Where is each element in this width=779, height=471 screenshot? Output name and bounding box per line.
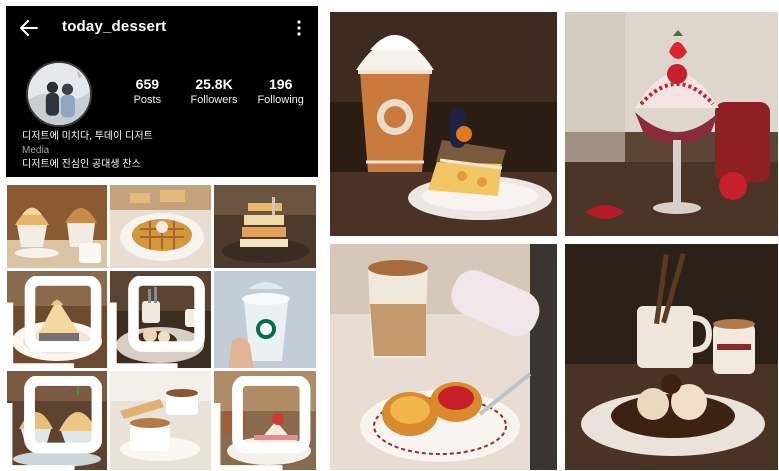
more-vertical-icon[interactable]	[296, 19, 302, 37]
profile-username: today_dessert	[62, 18, 167, 35]
profile-header: today_dessert	[6, 6, 318, 50]
multiple-photos-icon	[7, 276, 102, 368]
frappuccino-hand-photo	[214, 271, 316, 368]
grid-post-9[interactable]	[214, 371, 316, 470]
ice-cream-cups-photo	[7, 185, 107, 268]
bio-description: 디저트에 진심인 공대생 찬스	[22, 159, 141, 170]
grid-post-5[interactable]	[110, 271, 211, 368]
grid-post-2[interactable]	[110, 185, 211, 268]
coffee-cups-photo	[110, 371, 211, 470]
grid-post-7[interactable]	[7, 371, 107, 470]
pastry-tower-photo	[214, 185, 316, 268]
featured-photo-2[interactable]	[565, 12, 778, 236]
stat-value: 196	[269, 76, 293, 92]
stat-posts[interactable]: 659 Posts	[114, 76, 181, 116]
multiple-photos-icon	[110, 276, 205, 368]
grid-post-8[interactable]	[110, 371, 211, 470]
stat-following[interactable]: 196 Following	[247, 76, 314, 116]
stat-value: 25.8K	[195, 76, 233, 92]
featured-photo-4[interactable]	[565, 244, 778, 470]
featured-photo-1[interactable]	[330, 12, 557, 236]
frappuccino-and-cake-photo	[330, 12, 557, 236]
grid-post-3[interactable]	[214, 185, 316, 268]
grid-post-1[interactable]	[7, 185, 107, 268]
featured-photo-3[interactable]	[330, 244, 557, 470]
avatar-photo	[28, 63, 90, 125]
profile-stats: 659 Posts 25.8K Followers 196 Following	[114, 76, 314, 116]
stat-label: Followers	[190, 94, 238, 106]
multiple-photos-icon	[7, 376, 102, 470]
profile-bio: 디저트에 미치다, 투데이 디저트 Media 디저트에 진심인 공대생 찬스	[22, 130, 312, 172]
bio-category: Media	[22, 145, 50, 156]
profile-panel: today_dessert 659 Posts 25.8K Followers …	[6, 6, 318, 177]
grid-post-6[interactable]	[214, 271, 316, 368]
arrow-left-icon[interactable]	[20, 20, 38, 36]
stat-label: Posts	[133, 94, 162, 106]
stat-label: Following	[257, 94, 304, 106]
grid-post-4[interactable]	[7, 271, 107, 368]
profile-avatar[interactable]	[26, 61, 92, 127]
multiple-photos-icon	[214, 376, 311, 470]
latte-and-egg-tarts-photo	[330, 244, 557, 470]
stat-value: 659	[135, 76, 160, 92]
waffle-plate-photo	[110, 185, 211, 268]
strawberry-parfait-photo	[565, 12, 778, 236]
coffee-mugs-and-dessert-photo	[565, 244, 778, 470]
stat-followers[interactable]: 25.8K Followers	[181, 76, 248, 116]
bio-name: 디저트에 미치다, 투데이 디저트	[22, 131, 153, 142]
